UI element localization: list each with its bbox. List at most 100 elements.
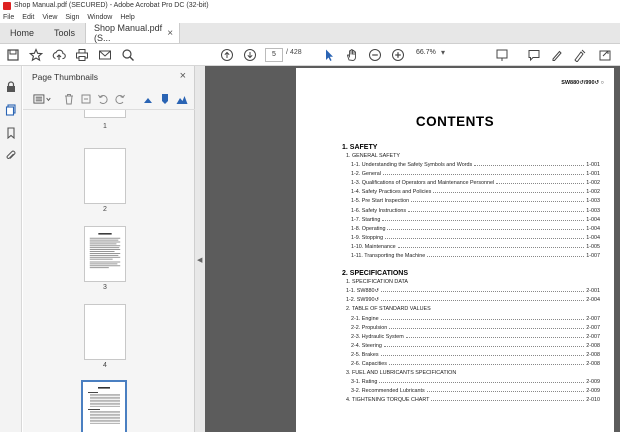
page-fit-icon[interactable]	[494, 47, 510, 63]
comment-icon[interactable]	[526, 47, 542, 63]
email-icon[interactable]	[97, 47, 113, 63]
toc-leader-dots	[397, 245, 585, 248]
tab-tools[interactable]: Tools	[44, 23, 85, 43]
toc-entry[interactable]: 1. SPECIFICATION DATA	[342, 279, 600, 288]
rotate-clockwise-icon[interactable]	[113, 92, 127, 106]
share-icon[interactable]	[597, 47, 613, 63]
toc-entry[interactable]: 2-1. Engine 2-007	[342, 316, 600, 325]
toc-entry[interactable]: 3-2. Recommended Lubricants 2-009	[342, 388, 600, 397]
toc-entry-label: 1-4. Safety Practices and Policies	[351, 189, 432, 196]
options-menu-icon[interactable]	[32, 92, 54, 106]
toc-leader-dots	[431, 398, 585, 402]
toc-entry-label: 1-9. Stopping	[351, 234, 384, 241]
toc-entry[interactable]: 3. FUEL AND LUBRICANTS SPECIFICATION	[342, 370, 600, 379]
toc-entry[interactable]: 1-1. SW880↺ 2-001	[342, 288, 600, 297]
toc-leader-dots	[380, 353, 585, 356]
main-toolbar: 5 / 428 66.7% ▾	[0, 44, 620, 66]
toc-entry[interactable]: 2-2. Propulsion 2-007	[342, 325, 600, 334]
page-number-input[interactable]: 5	[265, 48, 283, 62]
toc-entry[interactable]: 2-4. Steering 2-008	[342, 343, 600, 352]
toc-leader-dots	[382, 172, 585, 176]
attachments-icon[interactable]	[4, 149, 18, 163]
toc-entry[interactable]: 1-1. Understanding the Safety Symbols an…	[342, 162, 600, 171]
delete-page-icon[interactable]	[62, 92, 76, 106]
menu-file[interactable]: File	[3, 14, 14, 21]
shrink-thumbnails-icon[interactable]	[141, 92, 155, 106]
upload-cloud-icon[interactable]	[51, 47, 67, 63]
thumbnail-page-1[interactable]	[84, 110, 126, 118]
toc-entry-label: 3-2. Recommended Lubricants	[351, 388, 425, 395]
lock-icon[interactable]	[4, 80, 18, 94]
toc-entry[interactable]: 1. GENERAL SAFETY	[342, 153, 600, 162]
toc-section-title[interactable]: 1. SAFETY	[342, 143, 600, 153]
search-icon[interactable]	[120, 47, 136, 63]
insert-page-icon[interactable]	[79, 92, 93, 106]
toc-entry[interactable]: 2-5. Brakes 2-008	[342, 352, 600, 361]
toc-entry-label: 1. SPECIFICATION DATA	[346, 279, 408, 286]
highlight-pen-icon[interactable]	[549, 47, 565, 63]
toc-entry-label: 1-5. Pre Start Inspection	[351, 198, 410, 205]
panel-splitter[interactable]: ◀	[195, 66, 205, 432]
menu-edit[interactable]: Edit	[22, 14, 34, 21]
toc-entry[interactable]: 1-9. Stopping 1-004	[342, 235, 600, 244]
fill-sign-icon[interactable]	[572, 47, 588, 63]
toc-entry[interactable]: 2. TABLE OF STANDARD VALUES	[342, 306, 600, 315]
menu-view[interactable]: View	[42, 14, 57, 21]
previous-page-icon[interactable]	[219, 47, 235, 63]
page-thumbnails-icon[interactable]	[4, 103, 18, 117]
toc-entry[interactable]: 1-10. Maintenance 1-005	[342, 244, 600, 253]
tab-home[interactable]: Home	[0, 23, 44, 43]
toc-section-title[interactable]: 2. SPECIFICATIONS	[342, 269, 600, 279]
toc-entry[interactable]: 2-3. Hydraulic System 2-007	[342, 334, 600, 343]
toc-entry-page: 1-001	[586, 171, 600, 178]
toc-leader-dots	[389, 326, 585, 329]
tab-document-label: Shop Manual.pdf (S...	[94, 23, 163, 43]
next-page-icon[interactable]	[242, 47, 258, 63]
menu-bar: File Edit View Sign Window Help	[0, 11, 620, 23]
toc-entry[interactable]: 1-7. Starting 1-004	[342, 217, 600, 226]
select-cursor-icon[interactable]	[321, 47, 337, 63]
toc-leader-dots	[474, 163, 585, 167]
zoom-level[interactable]: 66.7%	[416, 49, 436, 56]
thumbnail-page-3[interactable]	[84, 226, 126, 282]
print-icon[interactable]	[74, 47, 90, 63]
zoom-dropdown-icon[interactable]: ▾	[441, 48, 445, 57]
menu-window[interactable]: Window	[87, 14, 112, 21]
close-tab-icon[interactable]: ×	[167, 28, 173, 39]
toc-entry-page: 1-001	[586, 162, 600, 169]
zoom-out-icon[interactable]	[367, 47, 383, 63]
toc-entry[interactable]: 1-3. Qualifications of Operators and Mai…	[342, 180, 600, 189]
toc-entry[interactable]: 1-11. Transporting the Machine 1-007	[342, 253, 600, 262]
thumbnail-size-slider-icon[interactable]	[158, 92, 172, 106]
thumbnail-label: 3	[103, 284, 107, 291]
thumbnail-page-2[interactable]	[84, 148, 126, 204]
document-page: SW880↺/990↺ ○ CONTENTS 1. SAFETY 1. GENER…	[296, 68, 614, 432]
menu-sign[interactable]: Sign	[65, 14, 79, 21]
toc-entry-label: 1-7. Starting	[351, 216, 381, 223]
collapse-panel-icon[interactable]: ◀	[197, 256, 202, 264]
bookmarks-icon[interactable]	[4, 126, 18, 140]
hand-tool-icon[interactable]	[344, 47, 360, 63]
thumbnail-page-4[interactable]	[84, 304, 126, 360]
tab-document[interactable]: Shop Manual.pdf (S... ×	[85, 23, 181, 43]
toc-entry[interactable]: 4. TIGHTENING TORQUE CHART 2-010	[342, 397, 600, 406]
thumbnail-page-5-selected[interactable]	[81, 380, 127, 432]
zoom-in-icon[interactable]	[390, 47, 406, 63]
enlarge-thumbnails-icon[interactable]	[175, 92, 189, 106]
rotate-counterclockwise-icon[interactable]	[96, 92, 110, 106]
bookmark-star-icon[interactable]	[28, 47, 44, 63]
navigation-rail	[0, 66, 22, 432]
toc-entry[interactable]: 1-4. Safety Practices and Policies 1-002	[342, 189, 600, 198]
toc-entry[interactable]: 2-6. Capacities 2-008	[342, 361, 600, 370]
close-panel-icon[interactable]: ×	[180, 70, 186, 82]
toc-entry[interactable]: 1-6. Safety Instructions 1-003	[342, 208, 600, 217]
toc-entry[interactable]: 1-2. SW990↺ 2-004	[342, 297, 600, 306]
menu-help[interactable]: Help	[120, 14, 134, 21]
toc-entry[interactable]: 1-5. Pre Start Inspection 1-003	[342, 198, 600, 207]
document-view[interactable]: SW880↺/990↺ ○ CONTENTS 1. SAFETY 1. GENER…	[205, 66, 620, 432]
toc-entry[interactable]: 1-8. Operating 1-004	[342, 226, 600, 235]
toc-entry[interactable]: 3-1. Rating 2-009	[342, 379, 600, 388]
table-of-contents: 1. SAFETY 1. GENERAL SAFETY 1-1. Understan…	[342, 143, 600, 406]
save-icon[interactable]	[5, 47, 21, 63]
toc-entry[interactable]: 1-2. General 1-001	[342, 171, 600, 180]
